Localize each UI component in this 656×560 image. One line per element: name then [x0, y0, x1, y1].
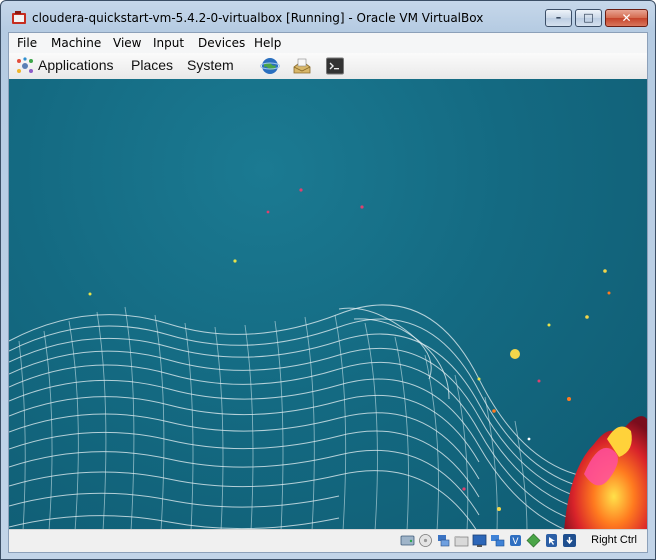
minimize-button[interactable]: – [545, 9, 572, 27]
usb-icon[interactable] [436, 533, 451, 548]
mail-client-icon[interactable] [292, 56, 312, 76]
window-title: cloudera-quickstart-vm-5.4.2-0-virtualbo… [32, 11, 484, 25]
video-capture-icon[interactable]: V [508, 533, 523, 548]
mouse-integration-icon[interactable] [544, 533, 559, 548]
maximize-button[interactable]: □ [575, 9, 602, 27]
menu-devices[interactable]: Devices [198, 36, 245, 50]
menu-input[interactable]: Input [153, 36, 184, 50]
maximize-icon: □ [583, 11, 594, 24]
menu-view[interactable]: View [113, 36, 141, 50]
hard-disk-icon[interactable] [400, 533, 415, 548]
svg-text:V: V [512, 537, 519, 547]
virtualbox-window: cloudera-quickstart-vm-5.4.2-0-virtualbo… [0, 0, 656, 560]
vm-status-bar: V Right Ctrl [9, 529, 647, 552]
terminal-icon[interactable] [325, 56, 345, 76]
menu-bar: File Machine View Input Devices Help [9, 33, 647, 54]
gnome-foot-icon [17, 57, 33, 73]
close-icon: ✕ [621, 11, 632, 25]
desktop-wallpaper [9, 188, 647, 531]
web-browser-icon[interactable] [260, 56, 280, 76]
cpu-virtualization-icon[interactable] [526, 533, 541, 548]
close-button[interactable]: ✕ [605, 9, 648, 27]
minimize-icon: – [555, 11, 562, 24]
optical-drive-icon[interactable] [418, 533, 433, 548]
menu-file[interactable]: File [17, 36, 37, 50]
gnome-top-panel: Applications Places System [9, 53, 647, 80]
gnome-menu-applications[interactable]: Applications [38, 57, 114, 73]
virtualbox-app-icon [12, 11, 26, 24]
window-client-area: File Machine View Input Devices Help App… [8, 32, 648, 553]
host-key-label: Right Ctrl [591, 534, 637, 546]
menu-help[interactable]: Help [254, 36, 281, 50]
display-icon[interactable] [472, 533, 487, 548]
network-icon[interactable] [490, 533, 505, 548]
shared-folders-icon[interactable] [454, 533, 469, 548]
menu-machine[interactable]: Machine [51, 36, 101, 50]
gnome-menu-system[interactable]: System [187, 57, 234, 73]
title-bar[interactable]: cloudera-quickstart-vm-5.4.2-0-virtualbo… [1, 1, 655, 33]
gnome-menu-places[interactable]: Places [131, 57, 173, 73]
guest-desktop[interactable] [9, 79, 647, 531]
keyboard-capture-icon[interactable] [562, 533, 577, 548]
